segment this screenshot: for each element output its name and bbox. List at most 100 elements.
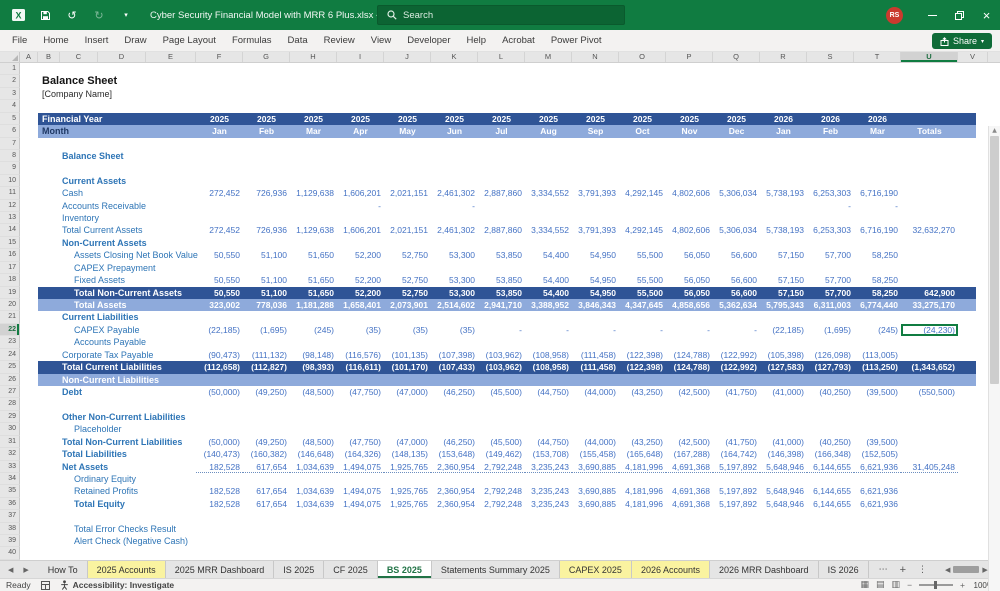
cell-P14[interactable]: 4,802,606	[666, 224, 713, 236]
cell-H26[interactable]	[290, 374, 337, 386]
cell-R35[interactable]: 5,648,946	[760, 485, 807, 497]
cell-F19[interactable]: 50,550	[196, 287, 243, 299]
zoom-in-button[interactable]: +	[960, 580, 965, 590]
cell-G20[interactable]: 778,036	[243, 299, 290, 311]
cell-T7[interactable]	[854, 138, 901, 150]
row-header-11[interactable]: 11	[0, 187, 20, 200]
cell-H31[interactable]: (48,500)	[290, 436, 337, 448]
cell-J37[interactable]	[384, 510, 431, 522]
cell-P8[interactable]	[666, 150, 713, 162]
cell-L10[interactable]	[478, 175, 525, 187]
cell-I15[interactable]	[337, 237, 384, 249]
column-header-L[interactable]: L	[478, 52, 525, 62]
cell-P11[interactable]: 4,802,606	[666, 187, 713, 199]
row-header-24[interactable]: 24	[0, 348, 20, 362]
cell-O26[interactable]	[619, 374, 666, 386]
cell-L5[interactable]: 2025	[478, 113, 525, 125]
cell-I22[interactable]: (35)	[337, 324, 384, 336]
cell-Q12[interactable]	[713, 200, 760, 212]
cell-H4[interactable]	[290, 100, 337, 112]
cell-Q37[interactable]	[713, 510, 760, 522]
cell-R9[interactable]	[760, 162, 807, 174]
cell-R28[interactable]	[760, 398, 807, 410]
cell-R31[interactable]: (41,000)	[760, 436, 807, 448]
cell-A31[interactable]	[20, 436, 38, 448]
cell-B9[interactable]	[38, 162, 196, 174]
cell-S11[interactable]: 6,253,303	[807, 187, 854, 199]
cell-K29[interactable]	[431, 411, 478, 423]
cell-S1[interactable]	[807, 63, 854, 75]
cell-H13[interactable]	[290, 212, 337, 224]
cell-M18[interactable]: 54,400	[525, 274, 572, 286]
cell-G6[interactable]: Feb	[243, 125, 290, 137]
cell-A6[interactable]	[20, 125, 38, 137]
cell-U27[interactable]: (550,500)	[901, 386, 958, 398]
cell-P10[interactable]	[666, 175, 713, 187]
cell-A16[interactable]	[20, 249, 38, 261]
cell-P6[interactable]: Nov	[666, 125, 713, 137]
cell-M17[interactable]	[525, 262, 572, 274]
cell-J7[interactable]	[384, 138, 431, 150]
cell-A4[interactable]	[20, 100, 38, 112]
cell-Q29[interactable]	[713, 411, 760, 423]
cell-U16[interactable]	[901, 249, 958, 261]
cell-T2[interactable]	[854, 75, 901, 87]
cell-Q14[interactable]: 5,306,034	[713, 224, 760, 236]
cell-K32[interactable]: (153,648)	[431, 448, 478, 460]
cell-F10[interactable]	[196, 175, 243, 187]
undo-icon[interactable]: ↺	[64, 7, 80, 23]
cell-B2[interactable]: Balance Sheet	[38, 75, 196, 87]
cell-M23[interactable]	[525, 336, 572, 348]
restore-button[interactable]	[946, 0, 973, 30]
cell-O15[interactable]	[619, 237, 666, 249]
cell-K13[interactable]	[431, 212, 478, 224]
cell-P31[interactable]: (42,500)	[666, 436, 713, 448]
column-header-I[interactable]: I	[337, 52, 384, 62]
cell-K3[interactable]	[431, 88, 478, 100]
cell-F12[interactable]	[196, 200, 243, 212]
cell-A8[interactable]	[20, 150, 38, 162]
cell-G38[interactable]	[243, 523, 290, 535]
cell-P7[interactable]	[666, 138, 713, 150]
sheet-tab-how-to[interactable]: How To	[39, 561, 88, 578]
cell-A39[interactable]	[20, 535, 38, 547]
cell-H9[interactable]	[290, 162, 337, 174]
cell-L12[interactable]	[478, 200, 525, 212]
cell-P20[interactable]: 4,858,656	[666, 299, 713, 311]
cell-P35[interactable]: 4,691,368	[666, 485, 713, 497]
cell-J16[interactable]: 52,750	[384, 249, 431, 261]
cell-S29[interactable]	[807, 411, 854, 423]
cell-U30[interactable]	[901, 423, 958, 435]
cell-U10[interactable]	[901, 175, 958, 187]
cell-F24[interactable]: (90,473)	[196, 349, 243, 361]
scroll-up-icon[interactable]: ▲	[989, 126, 1000, 135]
cell-P38[interactable]	[666, 523, 713, 535]
cell-F4[interactable]	[196, 100, 243, 112]
cell-K26[interactable]	[431, 374, 478, 386]
new-sheet-button[interactable]: +	[900, 564, 906, 576]
row-header-28[interactable]: 28	[0, 398, 20, 411]
cell-T34[interactable]	[854, 473, 901, 485]
cell-Q7[interactable]	[713, 138, 760, 150]
cell-U35[interactable]	[901, 485, 958, 497]
cell-A5[interactable]	[20, 113, 38, 125]
cell-R17[interactable]	[760, 262, 807, 274]
cell-N33[interactable]: 3,690,885	[572, 461, 619, 473]
cell-S20[interactable]: 6,311,003	[807, 299, 854, 311]
cell-M29[interactable]	[525, 411, 572, 423]
cell-R6[interactable]: Jan	[760, 125, 807, 137]
cell-T5[interactable]: 2026	[854, 113, 901, 125]
cell-H5[interactable]: 2025	[290, 113, 337, 125]
cell-I33[interactable]: 1,494,075	[337, 461, 384, 473]
cell-G34[interactable]	[243, 473, 290, 485]
cell-V4[interactable]	[976, 100, 1000, 112]
row-header-35[interactable]: 35	[0, 485, 20, 498]
cell-R30[interactable]	[760, 423, 807, 435]
cell-R5[interactable]: 2026	[760, 113, 807, 125]
cell-M28[interactable]	[525, 398, 572, 410]
cell-R8[interactable]	[760, 150, 807, 162]
cell-H32[interactable]: (146,648)	[290, 448, 337, 460]
cell-Q21[interactable]	[713, 311, 760, 323]
cell-Q36[interactable]: 5,197,892	[713, 498, 760, 510]
cell-K39[interactable]	[431, 535, 478, 547]
